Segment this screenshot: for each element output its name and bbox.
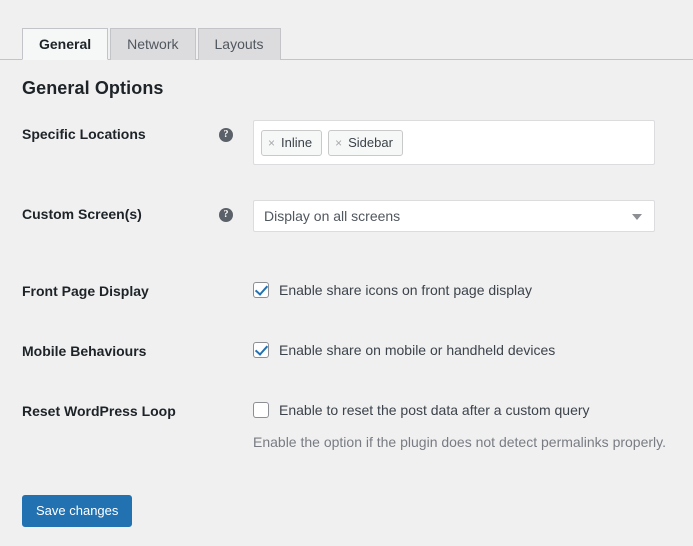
tag-chip-inline[interactable]: × Inline <box>261 129 323 156</box>
specific-locations-label: Specific Locations <box>22 126 146 142</box>
mobile-behaviours-checkbox-line[interactable]: Enable share on mobile or handheld devic… <box>253 337 693 358</box>
help-icon[interactable]: ? <box>219 208 233 222</box>
close-icon[interactable]: × <box>268 137 275 149</box>
row-specific-locations-field-cell: × Inline × Sidebar <box>253 118 693 165</box>
reset-wordpress-loop-checkbox-label[interactable]: Enable to reset the post data after a cu… <box>279 402 590 418</box>
tab-layouts[interactable]: Layouts <box>197 28 281 60</box>
settings-page: General Network Layouts General Options … <box>0 0 693 546</box>
tab-general-label: General <box>39 36 92 52</box>
specific-locations-tags-input[interactable]: × Inline × Sidebar <box>253 120 655 165</box>
mobile-behaviours-label: Mobile Behaviours <box>22 343 147 359</box>
row-specific-locations: Specific Locations ? × Inline × Sidebar <box>0 118 693 198</box>
front-page-display-checkbox[interactable] <box>253 282 269 298</box>
row-front-page-display-label-cell: Front Page Display <box>0 275 253 301</box>
row-front-page-display-field-cell: Enable share icons on front page display <box>253 275 693 298</box>
row-reset-wordpress-loop-label-cell: Reset WordPress Loop <box>0 395 253 421</box>
reset-wordpress-loop-checkbox-line[interactable]: Enable to reset the post data after a cu… <box>253 397 693 418</box>
reset-wordpress-loop-label: Reset WordPress Loop <box>22 403 176 419</box>
tag-chip-inline-label: Inline <box>281 135 313 150</box>
tag-chip-sidebar-label: Sidebar <box>348 135 393 150</box>
row-mobile-behaviours-label-cell: Mobile Behaviours <box>0 335 253 361</box>
tab-layouts-label: Layouts <box>214 36 264 52</box>
row-front-page-display: Front Page Display Enable share icons on… <box>0 275 693 335</box>
front-page-display-label: Front Page Display <box>22 283 149 299</box>
row-custom-screens: Custom Screen(s) ? Display on all screen… <box>0 198 693 275</box>
custom-screens-select[interactable]: Display on all screens <box>253 200 655 232</box>
front-page-display-checkbox-label[interactable]: Enable share icons on front page display <box>279 282 532 298</box>
help-icon[interactable]: ? <box>219 128 233 142</box>
tab-network[interactable]: Network <box>110 28 196 60</box>
tag-chip-sidebar[interactable]: × Sidebar <box>328 129 403 156</box>
tab-bar: General Network Layouts <box>0 27 693 60</box>
save-changes-button[interactable]: Save changes <box>22 495 133 527</box>
row-custom-screens-field-cell: Display on all screens <box>253 198 693 232</box>
reset-wordpress-loop-helper-text: Enable the option if the plugin does not… <box>253 434 666 450</box>
front-page-display-checkbox-line[interactable]: Enable share icons on front page display <box>253 277 693 298</box>
row-custom-screens-label-cell: Custom Screen(s) ? <box>0 198 253 224</box>
tab-general[interactable]: General <box>22 28 109 60</box>
reset-wordpress-loop-checkbox[interactable] <box>253 402 269 418</box>
row-reset-wordpress-loop-field-cell: Enable to reset the post data after a cu… <box>253 395 693 450</box>
row-mobile-behaviours-field-cell: Enable share on mobile or handheld devic… <box>253 335 693 358</box>
custom-screens-selected-value: Display on all screens <box>264 208 401 224</box>
chevron-down-icon[interactable] <box>632 214 642 220</box>
row-mobile-behaviours: Mobile Behaviours Enable share on mobile… <box>0 335 693 395</box>
mobile-behaviours-checkbox-label[interactable]: Enable share on mobile or handheld devic… <box>279 342 555 358</box>
custom-screens-label: Custom Screen(s) <box>22 206 142 222</box>
mobile-behaviours-checkbox[interactable] <box>253 342 269 358</box>
settings-form: Specific Locations ? × Inline × Sidebar <box>0 118 693 455</box>
close-icon[interactable]: × <box>335 137 342 149</box>
row-specific-locations-label-cell: Specific Locations ? <box>0 118 253 144</box>
tab-network-label: Network <box>127 36 179 52</box>
row-reset-wordpress-loop: Reset WordPress Loop Enable to reset the… <box>0 395 693 455</box>
page-title: General Options <box>22 78 164 98</box>
